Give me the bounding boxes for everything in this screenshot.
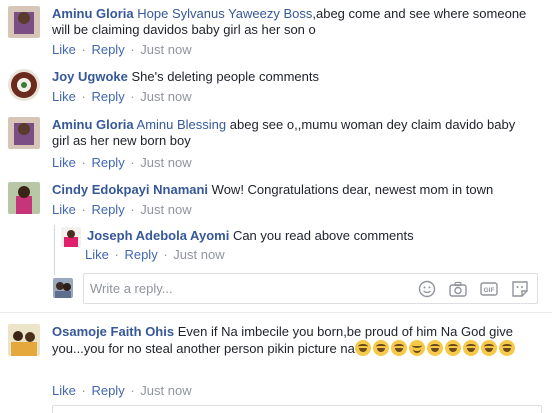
comment-message: She's deleting people comments xyxy=(131,69,319,84)
comment-author[interactable]: Osamoje Faith Ohis xyxy=(52,324,174,339)
comment-author[interactable]: Joseph Adebola Ayomi xyxy=(87,228,229,243)
like-link[interactable]: Like xyxy=(52,42,76,57)
comment-actions: Like · Reply · Just now xyxy=(52,383,192,398)
reply-tools: GIF xyxy=(416,279,531,299)
next-reply-input[interactable] xyxy=(52,405,542,413)
section-divider xyxy=(0,312,552,313)
like-link[interactable]: Like xyxy=(52,383,76,398)
comment-actions: Like · Reply · Just now xyxy=(52,89,192,104)
laughing-emoji-icon xyxy=(354,340,371,356)
avatar[interactable] xyxy=(61,227,81,247)
comment-text: Aminu Gloria Hope Sylvanus Yaweezy Boss,… xyxy=(52,6,532,38)
like-link[interactable]: Like xyxy=(52,202,76,217)
laughing-emoji-icon xyxy=(426,340,443,356)
avatar[interactable] xyxy=(8,6,40,38)
comment-author[interactable]: Aminu Gloria xyxy=(52,6,134,21)
current-user-avatar[interactable] xyxy=(53,278,73,298)
comment-text: Joy Ugwoke She's deleting people comment… xyxy=(52,69,532,85)
avatar[interactable] xyxy=(8,69,40,101)
mention-link[interactable]: Aminu Blessing xyxy=(137,117,227,132)
comment-actions: Like · Reply · Just now xyxy=(85,247,225,262)
laughing-emoji-icon xyxy=(372,340,389,356)
avatar[interactable] xyxy=(8,182,40,214)
timestamp[interactable]: Just now xyxy=(140,202,191,217)
avatar[interactable] xyxy=(8,324,40,356)
reply-link[interactable]: Reply xyxy=(124,247,157,262)
timestamp[interactable]: Just now xyxy=(173,247,224,262)
comment-text: Aminu Gloria Aminu Blessing abeg see o,,… xyxy=(52,117,532,149)
reply-link[interactable]: Reply xyxy=(91,42,124,57)
thread-line xyxy=(54,225,55,275)
comment-text: Cindy Edokpayi Nnamani Wow! Congratulati… xyxy=(52,182,532,198)
avatar[interactable] xyxy=(8,117,40,149)
laughing-emoji-icon xyxy=(444,340,461,356)
gif-icon[interactable]: GIF xyxy=(478,279,500,299)
comment-author[interactable]: Joy Ugwoke xyxy=(52,69,128,84)
comment-text: Joseph Adebola Ayomi Can you read above … xyxy=(87,228,527,244)
timestamp[interactable]: Just now xyxy=(140,42,191,57)
comment-author[interactable]: Cindy Edokpayi Nnamani xyxy=(52,182,208,197)
laughing-emoji-icon xyxy=(498,340,515,356)
reply-link[interactable]: Reply xyxy=(91,89,124,104)
emoji-icon[interactable] xyxy=(416,279,438,299)
reply-placeholder: Write a reply... xyxy=(90,281,173,296)
timestamp[interactable]: Just now xyxy=(140,155,191,170)
comment-author[interactable]: Aminu Gloria xyxy=(52,117,134,132)
camera-icon[interactable] xyxy=(447,279,469,299)
comment-message: Wow! Congratulations dear, newest mom in… xyxy=(211,182,494,197)
timestamp[interactable]: Just now xyxy=(140,89,191,104)
comment-actions: Like · Reply · Just now xyxy=(52,155,192,170)
comment-actions: Like · Reply · Just now xyxy=(52,202,192,217)
reply-input[interactable]: Write a reply... GIF xyxy=(83,273,538,304)
smiling-emoji-icon xyxy=(408,340,425,356)
svg-text:GIF: GIF xyxy=(484,287,495,294)
like-link[interactable]: Like xyxy=(85,247,109,262)
laughing-emoji-icon xyxy=(390,340,407,356)
reply-link[interactable]: Reply xyxy=(91,155,124,170)
like-link[interactable]: Like xyxy=(52,89,76,104)
comment-text: Osamoje Faith Ohis Even if Na imbecile y… xyxy=(52,324,542,357)
like-link[interactable]: Like xyxy=(52,155,76,170)
comment-message: Can you read above comments xyxy=(232,228,414,243)
laughing-emoji-icon xyxy=(462,340,479,356)
reply-link[interactable]: Reply xyxy=(91,383,124,398)
timestamp[interactable]: Just now xyxy=(140,383,191,398)
sticker-icon[interactable] xyxy=(509,279,531,299)
mention-link[interactable]: Hope Sylvanus Yaweezy Boss xyxy=(137,6,312,21)
comment-actions: Like · Reply · Just now xyxy=(52,42,192,57)
reply-link[interactable]: Reply xyxy=(91,202,124,217)
laughing-emoji-icon xyxy=(480,340,497,356)
